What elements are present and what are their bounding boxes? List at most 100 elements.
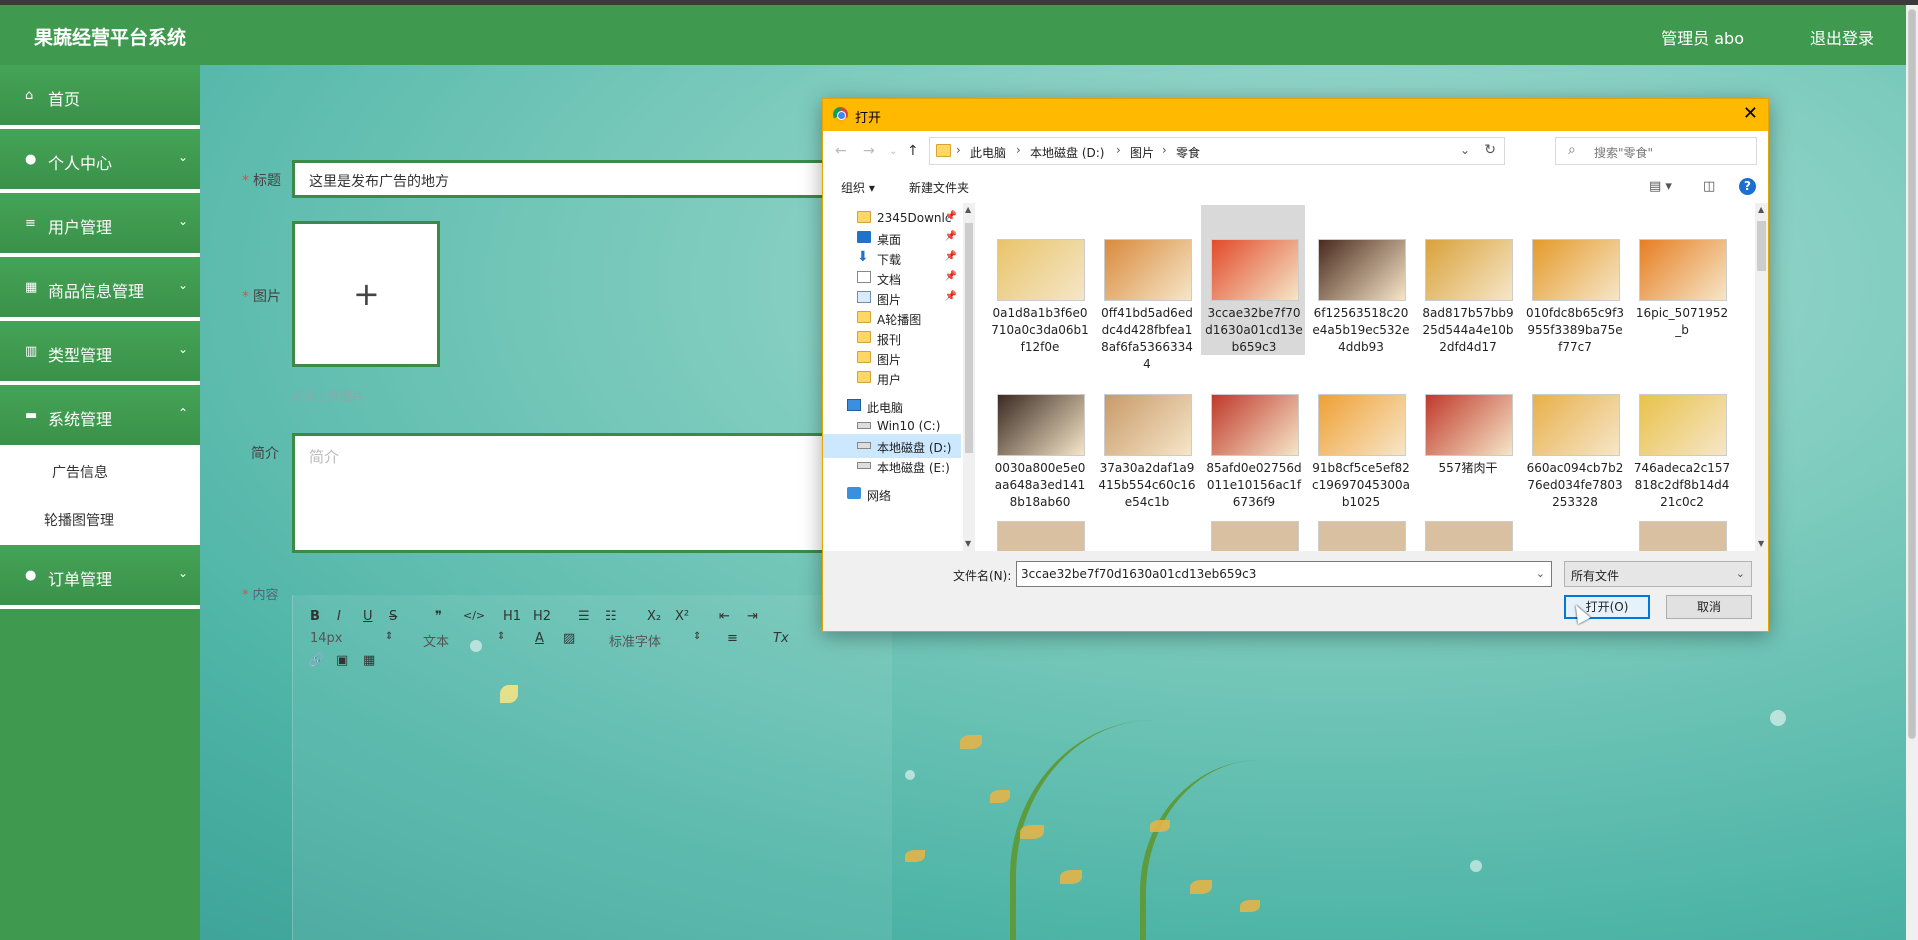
subscript-button[interactable]: X₂ xyxy=(647,609,661,624)
sidebar-item-types[interactable]: ▥ 类型管理 ⌄ xyxy=(0,321,200,385)
file-item[interactable]: 37a30a2daf1a9415b554c60c16e54c1b xyxy=(1094,360,1198,510)
scroll-down-icon[interactable]: ▼ xyxy=(1758,539,1764,548)
organize-button[interactable]: 组织 ▾ xyxy=(841,179,875,196)
back-icon[interactable]: ← xyxy=(835,143,847,159)
font-family-select[interactable]: 标准字体 xyxy=(609,631,661,650)
new-folder-button[interactable]: 新建文件夹 xyxy=(909,179,969,196)
search-box[interactable]: ⌕ 搜索"零食" xyxy=(1555,137,1757,165)
sidebar-item-users[interactable]: ≡ 用户管理 ⌄ xyxy=(0,193,200,257)
file-item[interactable]: 85afd0e02756d011e10156ac1f6736f9 xyxy=(1201,360,1305,510)
tree-scrollbar[interactable]: ▲ ▼ xyxy=(963,203,975,551)
forward-icon[interactable]: → xyxy=(863,143,875,159)
chevron-right-icon: › xyxy=(956,143,961,157)
title-input[interactable]: 这里是发布广告的地方 xyxy=(292,160,832,198)
folder-icon xyxy=(857,211,871,223)
tree-item[interactable]: 本地磁盘 (E:) xyxy=(823,454,961,478)
drive-icon xyxy=(857,442,871,449)
breadcrumb-drive-d[interactable]: 本地磁盘 (D:) xyxy=(1030,144,1104,161)
sidebar-item-home[interactable]: ⌂ 首页 xyxy=(0,65,200,129)
breadcrumb-this-pc[interactable]: 此电脑 xyxy=(970,144,1006,161)
sidebar-item-system[interactable]: ▬ 系统管理 ⌃ xyxy=(0,385,200,449)
file-thumbnail xyxy=(1211,394,1299,456)
heading1-button[interactable]: H1 xyxy=(503,609,521,624)
file-item[interactable]: 6f12563518c20e4a5b19ec532e4ddb93 xyxy=(1308,205,1412,355)
align-button[interactable]: ≡ xyxy=(727,631,738,646)
clear-format-button[interactable]: Tx xyxy=(773,631,789,646)
cancel-button[interactable]: 取消 xyxy=(1666,595,1752,619)
italic-button[interactable]: I xyxy=(337,609,341,624)
page-scrollbar-thumb[interactable] xyxy=(1908,9,1916,739)
scroll-up-icon[interactable]: ▲ xyxy=(965,205,971,214)
file-list-scrollbar-thumb[interactable] xyxy=(1757,221,1766,271)
file-item[interactable]: 746adeca2c157818c2df8b14d421c0c2 xyxy=(1629,360,1733,510)
file-item[interactable]: 010fdc8b65c9f3955f3389ba75ef77c7 xyxy=(1522,205,1626,355)
file-item[interactable]: 0ff41bd5ad6eddc4d428fbfea18af6fa53663344 xyxy=(1094,205,1198,371)
video-button[interactable]: ▦ xyxy=(363,653,375,668)
scroll-down-icon[interactable]: ▼ xyxy=(965,539,971,548)
submenu-item-ads[interactable]: 广告信息 xyxy=(0,449,200,497)
grain-leaf xyxy=(1240,900,1260,912)
sidebar-item-orders[interactable]: ● 订单管理 ⌄ xyxy=(0,545,200,609)
sidebar-item-profile[interactable]: ● 个人中心 ⌄ xyxy=(0,129,200,193)
heading2-button[interactable]: H2 xyxy=(533,609,551,624)
up-icon[interactable]: ↑ xyxy=(907,143,919,159)
file-item[interactable]: 0a1d8a1b3f6e0710a0c3da06b1f12f0e xyxy=(987,205,1091,355)
dialog-footer: 文件名(N): 3ccae32be7f70d1630a01cd13eb659c3… xyxy=(823,551,1768,631)
chevron-down-icon: ⌄ xyxy=(177,150,188,164)
filename-input[interactable]: 3ccae32be7f70d1630a01cd13eb659c3 ⌄ xyxy=(1016,561,1552,587)
submenu-item-carousel[interactable]: 轮播图管理 xyxy=(0,497,200,545)
tree-item[interactable]: 网络 xyxy=(823,482,961,506)
blockquote-button[interactable]: ❞ xyxy=(435,609,442,624)
file-item[interactable]: 660ac094cb7b276ed034fe7803253328 xyxy=(1522,360,1626,510)
tree-scrollbar-thumb[interactable] xyxy=(965,223,973,453)
help-icon[interactable]: ? xyxy=(1739,178,1756,195)
file-item[interactable]: 8ad817b57bb925d544a4e10b2dfd4d17 xyxy=(1415,205,1519,355)
text-style-select[interactable]: 文本 xyxy=(423,631,449,650)
rich-text-editor[interactable]: B I U S ❞ </> H1 H2 ☰ ☷ X₂ X² ⇤ ⇥ 14px ⇕… xyxy=(292,595,892,940)
sidebar-item-products[interactable]: ▦ 商品信息管理 ⌄ xyxy=(0,257,200,321)
intro-textarea[interactable]: 简介 xyxy=(292,433,832,553)
logout-link[interactable]: 退出登录 xyxy=(1810,25,1874,49)
file-item[interactable]: 3ccae32be7f70d1630a01cd13eb659c3 xyxy=(1201,205,1305,355)
bold-button[interactable]: B xyxy=(310,609,320,624)
folder-icon xyxy=(857,371,871,383)
refresh-icon[interactable]: ↻ xyxy=(1484,142,1496,158)
font-color-button[interactable]: A xyxy=(535,631,544,646)
image-upload[interactable]: + xyxy=(292,221,440,367)
underline-button[interactable]: U xyxy=(363,609,373,624)
breadcrumb-snacks[interactable]: 零食 xyxy=(1176,144,1200,161)
image-button[interactable]: ▣ xyxy=(336,653,348,668)
preview-pane-icon[interactable]: ◫ xyxy=(1703,179,1715,194)
file-name: 3ccae32be7f70d1630a01cd13eb659c3 xyxy=(1205,306,1303,354)
bokeh-dot xyxy=(1770,710,1786,726)
view-options-icon[interactable]: ▤ ▾ xyxy=(1649,179,1672,194)
strike-button[interactable]: S xyxy=(389,609,397,624)
chevron-down-icon[interactable]: ⌄ xyxy=(1460,143,1470,157)
dialog-titlebar[interactable]: 打开 ✕ xyxy=(823,99,1768,131)
tree-item[interactable]: 用户 xyxy=(823,366,961,390)
recent-dropdown-icon[interactable]: ⌄ xyxy=(889,146,897,157)
file-item[interactable]: 16pic_5071952_b xyxy=(1629,205,1733,355)
filetype-select[interactable]: 所有文件 ⌄ xyxy=(1564,561,1752,587)
file-list-scrollbar[interactable]: ▲ ▼ xyxy=(1755,203,1768,551)
font-size-select[interactable]: 14px xyxy=(310,631,343,646)
background-color-button[interactable]: ▨ xyxy=(563,631,575,646)
bullet-list-button[interactable]: ☷ xyxy=(605,609,617,624)
close-icon[interactable]: ✕ xyxy=(1743,103,1758,124)
scroll-up-icon[interactable]: ▲ xyxy=(1758,205,1764,214)
user-icon: ● xyxy=(25,152,37,167)
link-button[interactable]: 🔗 xyxy=(308,653,324,668)
chevron-down-icon[interactable]: ⌄ xyxy=(1536,567,1545,580)
code-block-button[interactable]: </> xyxy=(463,609,485,622)
superscript-button[interactable]: X² xyxy=(675,609,689,624)
file-item[interactable]: 91b8cf5ce5ef82c19697045300ab1025 xyxy=(1308,360,1412,510)
indent-button[interactable]: ⇥ xyxy=(747,609,758,624)
file-item[interactable]: 0030a800e5e0aa648a3ed1418b18ab60 xyxy=(987,360,1091,510)
page-scrollbar[interactable] xyxy=(1906,5,1918,940)
sidebar-item-label: 系统管理 xyxy=(48,410,113,429)
outdent-button[interactable]: ⇤ xyxy=(719,609,730,624)
address-bar[interactable]: › 此电脑 › 本地磁盘 (D:) › 图片 › 零食 ⌄ ↻ xyxy=(929,137,1505,165)
file-item[interactable]: 557猪肉干 xyxy=(1415,360,1519,510)
ordered-list-button[interactable]: ☰ xyxy=(578,609,590,624)
breadcrumb-pictures[interactable]: 图片 xyxy=(1130,144,1154,161)
